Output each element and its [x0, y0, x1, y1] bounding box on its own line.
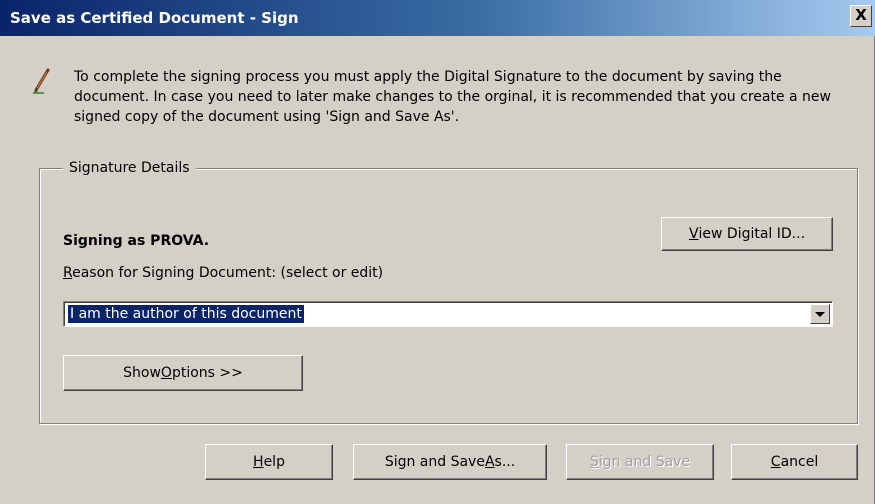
sign-save-as-pre: Sign and Save — [384, 454, 485, 470]
instructions-text: To complete the signing process you must… — [74, 69, 831, 125]
cancel-accel: C — [770, 454, 781, 470]
sign-save-rest: ign and Save — [598, 454, 691, 470]
show-options-rest: ptions >> — [171, 365, 243, 381]
sign-save-accel: S — [589, 454, 599, 470]
view-digital-id-button[interactable]: View Digital ID... — [661, 217, 833, 251]
reason-label-accel: R — [63, 265, 73, 281]
help-accel: H — [253, 454, 264, 470]
show-options-accel: O — [160, 365, 172, 381]
save-certified-dialog: Save as Certified Document - Sign X To c… — [0, 0, 875, 504]
reason-label-text: eason for Signing Document: (select or e… — [72, 265, 384, 281]
sign-save-as-rest: s... — [494, 454, 516, 470]
help-label: elp — [263, 454, 285, 470]
view-digital-id-accel: V — [688, 226, 699, 242]
title-bar[interactable]: Save as Certified Document - Sign X — [0, 0, 875, 36]
window-title: Save as Certified Document - Sign — [10, 9, 299, 27]
chevron-down-icon — [815, 311, 825, 317]
sign-save-as-accel: A — [484, 454, 495, 470]
reason-combobox[interactable]: I am the author of this document — [63, 301, 833, 327]
sign-and-save-as-button[interactable]: Sign and Save As... — [353, 444, 547, 480]
pen-icon — [33, 68, 50, 94]
signature-details-legend: Signature Details — [63, 160, 196, 176]
view-digital-id-label: iew Digital ID... — [698, 226, 806, 242]
cancel-label: ancel — [780, 454, 819, 470]
signing-as-label: Signing as PROVA. — [63, 233, 210, 249]
dropdown-arrow-button[interactable] — [810, 304, 830, 324]
sign-and-save-button[interactable]: Sign and Save — [566, 444, 714, 480]
help-button[interactable]: Help — [205, 444, 333, 480]
reason-input[interactable]: I am the author of this document — [67, 304, 305, 324]
show-options-pre: Show — [123, 365, 161, 381]
cancel-button[interactable]: Cancel — [731, 444, 858, 480]
show-options-button[interactable]: Show Options >> — [63, 355, 303, 391]
close-button[interactable]: X — [850, 5, 872, 27]
reason-label: Reason for Signing Document: (select or … — [63, 265, 383, 281]
